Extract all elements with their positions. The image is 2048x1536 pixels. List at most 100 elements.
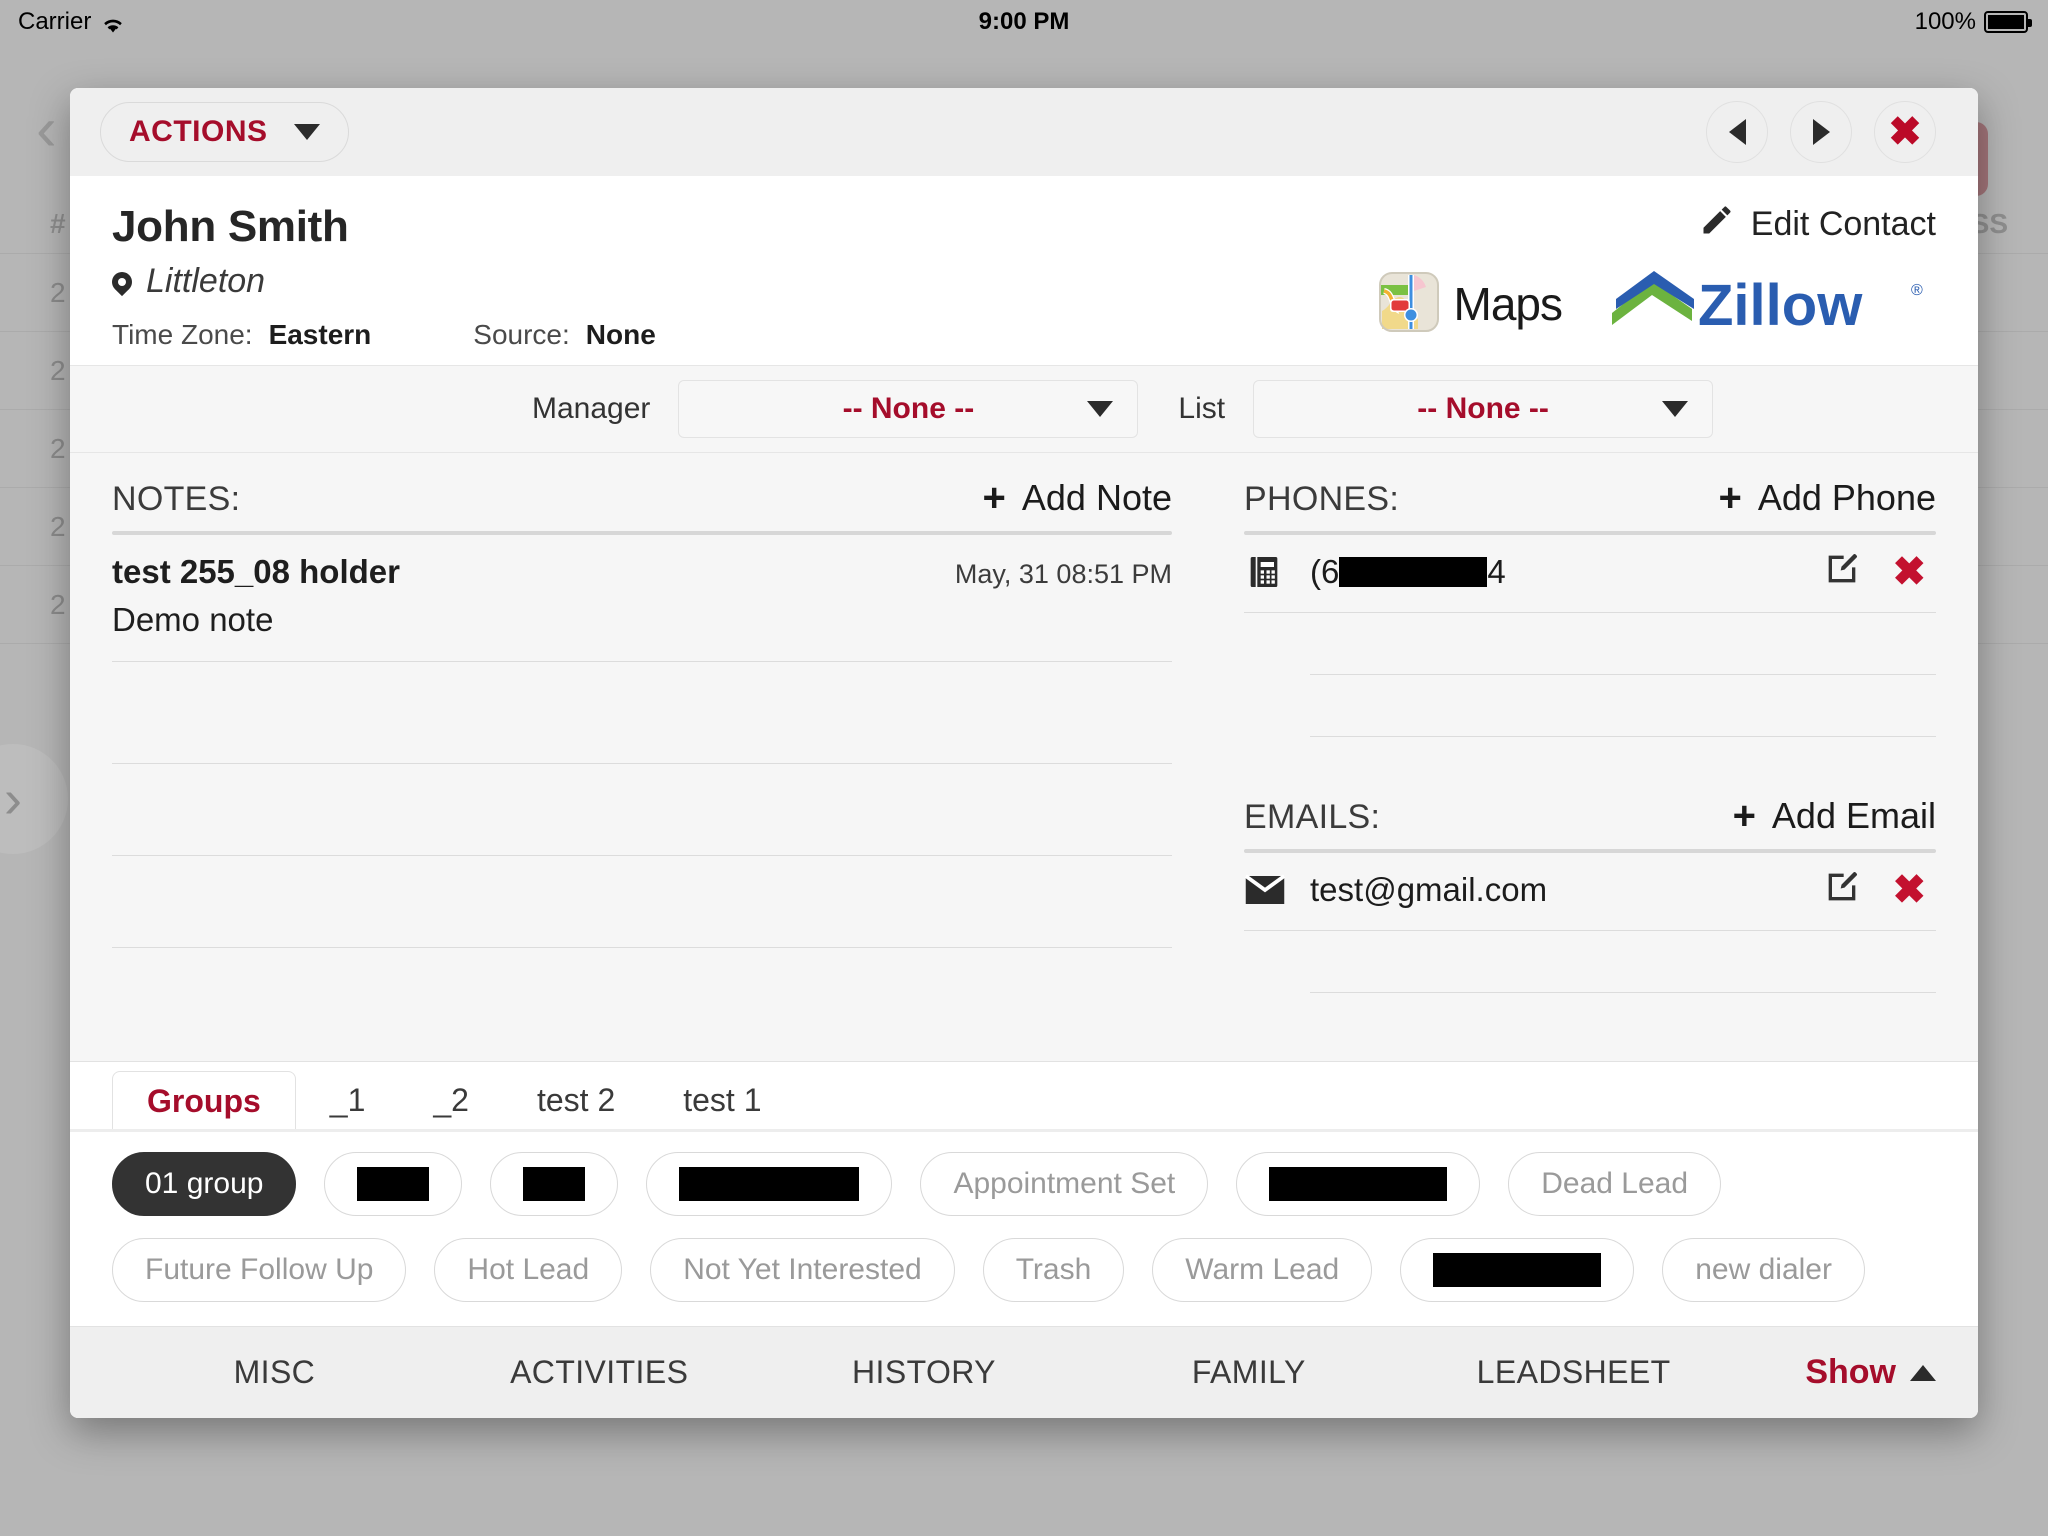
group-chip[interactable]: Dead Lead bbox=[1508, 1152, 1722, 1216]
tab-activities[interactable]: ACTIVITIES bbox=[437, 1354, 762, 1391]
screen: ‹ # ESS 2 2 2 2 2 › Carrier 9:00 PM 100% bbox=[0, 0, 2048, 1536]
list-select-value: -- None -- bbox=[1417, 392, 1549, 425]
show-toggle-label: Show bbox=[1805, 1353, 1896, 1391]
back-arrow-icon[interactable]: ‹ bbox=[36, 94, 57, 165]
group-chip[interactable] bbox=[646, 1152, 893, 1216]
add-note-button[interactable]: + Add Note bbox=[983, 477, 1172, 519]
wifi-icon bbox=[101, 13, 125, 33]
tab-leadsheet[interactable]: LEADSHEET bbox=[1411, 1354, 1736, 1391]
group-chip-label: new dialer bbox=[1695, 1253, 1832, 1286]
redacted-label bbox=[357, 1167, 430, 1201]
caret-down-icon bbox=[1087, 401, 1114, 417]
group-chip[interactable]: Appointment Set bbox=[920, 1152, 1209, 1216]
phone-row[interactable]: (6 4 ✖ bbox=[1244, 535, 1936, 613]
status-right: 100% bbox=[1914, 8, 2032, 36]
maps-link[interactable]: Maps bbox=[1378, 271, 1563, 338]
maps-label: Maps bbox=[1453, 278, 1563, 330]
triangle-left-icon bbox=[1728, 119, 1746, 145]
status-bar: Carrier 9:00 PM 100% bbox=[0, 0, 2048, 44]
status-left: Carrier bbox=[18, 8, 125, 36]
group-chip-label: Appointment Set bbox=[953, 1167, 1176, 1200]
redacted-label bbox=[1269, 1167, 1448, 1201]
tab-test-1[interactable]: test 1 bbox=[649, 1071, 795, 1129]
tab-family[interactable]: FAMILY bbox=[1086, 1354, 1411, 1391]
timezone-value: Eastern bbox=[268, 319, 372, 350]
redacted-label bbox=[523, 1167, 586, 1201]
list-group: List -- None -- bbox=[1178, 380, 1714, 438]
group-chip[interactable]: Future Follow Up bbox=[112, 1238, 407, 1302]
delete-x-icon[interactable]: ✖ bbox=[1892, 552, 1926, 592]
edit-square-icon[interactable] bbox=[1822, 549, 1862, 594]
phones-empty-row bbox=[1310, 613, 1936, 675]
zillow-link[interactable]: Zillow ® bbox=[1606, 269, 1936, 339]
note-body: Demo note bbox=[112, 601, 1172, 662]
group-chip[interactable]: Warm Lead bbox=[1152, 1238, 1373, 1302]
group-chip[interactable]: 01 group bbox=[112, 1152, 297, 1216]
notes-empty-row bbox=[112, 764, 1172, 856]
column-hash: # bbox=[50, 207, 66, 239]
emails-empty-row bbox=[1310, 931, 1936, 993]
manager-select[interactable]: -- None -- bbox=[678, 380, 1139, 438]
group-chip-label: Not Yet Interested bbox=[683, 1253, 922, 1286]
add-email-label: Add Email bbox=[1771, 795, 1936, 836]
brand-links: Maps Zillow ® bbox=[1378, 269, 1936, 339]
pencil-icon bbox=[1699, 202, 1735, 247]
note-title: test 255_08 holder bbox=[112, 553, 400, 590]
battery-full-icon bbox=[1984, 11, 2032, 33]
tab-test-2[interactable]: test 2 bbox=[503, 1071, 649, 1129]
phones-header: PHONES: + Add Phone bbox=[1244, 477, 1936, 519]
edit-contact-button[interactable]: Edit Contact bbox=[1378, 202, 1936, 247]
delete-x-icon[interactable]: ✖ bbox=[1892, 870, 1926, 910]
plus-icon: + bbox=[1732, 794, 1756, 838]
battery-percent-label: 100% bbox=[1914, 8, 1976, 35]
show-toggle-button[interactable]: Show bbox=[1736, 1353, 1936, 1392]
add-phone-button[interactable]: + Add Phone bbox=[1718, 477, 1936, 519]
actions-button-label: ACTIONS bbox=[129, 115, 268, 148]
group-chip[interactable]: Hot Lead bbox=[434, 1238, 623, 1302]
manager-select-value: -- None -- bbox=[842, 392, 975, 425]
close-modal-button[interactable]: ✖ bbox=[1874, 101, 1936, 163]
contact-header-right: Edit Contact Maps Zillow ® bbox=[1378, 202, 1936, 339]
next-contact-button[interactable] bbox=[1790, 101, 1852, 163]
note-date: May, 31 08:51 PM bbox=[954, 559, 1172, 589]
add-phone-label: Add Phone bbox=[1757, 477, 1936, 518]
group-chip[interactable]: new dialer bbox=[1662, 1238, 1865, 1302]
tab-2[interactable]: _2 bbox=[399, 1071, 503, 1129]
manager-group: Manager -- None -- bbox=[532, 380, 1139, 438]
row-index: 2 bbox=[50, 354, 66, 386]
emails-title: EMAILS: bbox=[1244, 798, 1381, 836]
add-email-button[interactable]: + Add Email bbox=[1733, 795, 1936, 837]
tab-misc[interactable]: MISC bbox=[112, 1354, 437, 1391]
group-chip-label: Warm Lead bbox=[1185, 1253, 1340, 1286]
contact-detail-modal: ACTIONS ✖ John Smith Littleton Time Zone… bbox=[70, 88, 1978, 1418]
edit-square-icon[interactable] bbox=[1822, 867, 1862, 912]
contact-methods-section: PHONES: + Add Phone (6 4 ✖ EMAILS: + Add… bbox=[1210, 453, 1978, 1061]
group-chip-label: Future Follow Up bbox=[145, 1253, 374, 1286]
desk-phone-icon bbox=[1244, 552, 1310, 592]
emails-header: EMAILS: + Add Email bbox=[1244, 795, 1936, 837]
status-time: 9:00 PM bbox=[978, 8, 1070, 35]
assignment-row: Manager -- None -- List -- None -- bbox=[70, 365, 1978, 453]
chevron-right-icon[interactable]: › bbox=[0, 744, 68, 854]
group-chip[interactable]: Not Yet Interested bbox=[650, 1238, 955, 1302]
list-item[interactable]: test 255_08 holder May, 31 08:51 PM Demo… bbox=[112, 535, 1172, 672]
list-select[interactable]: -- None -- bbox=[1253, 380, 1714, 438]
previous-contact-button[interactable] bbox=[1706, 101, 1768, 163]
email-row[interactable]: test@gmail.com ✖ bbox=[1244, 853, 1936, 931]
edit-contact-label: Edit Contact bbox=[1750, 205, 1936, 243]
caret-down-icon bbox=[293, 124, 320, 140]
notes-header: NOTES: + Add Note bbox=[112, 477, 1172, 519]
actions-button[interactable]: ACTIONS bbox=[100, 102, 349, 162]
group-chip[interactable]: Trash bbox=[982, 1238, 1125, 1302]
row-index: 2 bbox=[50, 432, 66, 464]
phone-actions: ✖ bbox=[1822, 549, 1936, 594]
caret-down-icon bbox=[1662, 401, 1689, 417]
tab-groups[interactable]: Groups bbox=[112, 1071, 296, 1129]
group-chip[interactable] bbox=[324, 1152, 463, 1216]
group-chip[interactable] bbox=[490, 1152, 619, 1216]
tab-1[interactable]: _1 bbox=[296, 1071, 400, 1129]
notes-title: NOTES: bbox=[112, 480, 241, 518]
group-chip[interactable] bbox=[1400, 1238, 1635, 1302]
group-chip[interactable] bbox=[1236, 1152, 1481, 1216]
tab-history[interactable]: HISTORY bbox=[762, 1354, 1087, 1391]
